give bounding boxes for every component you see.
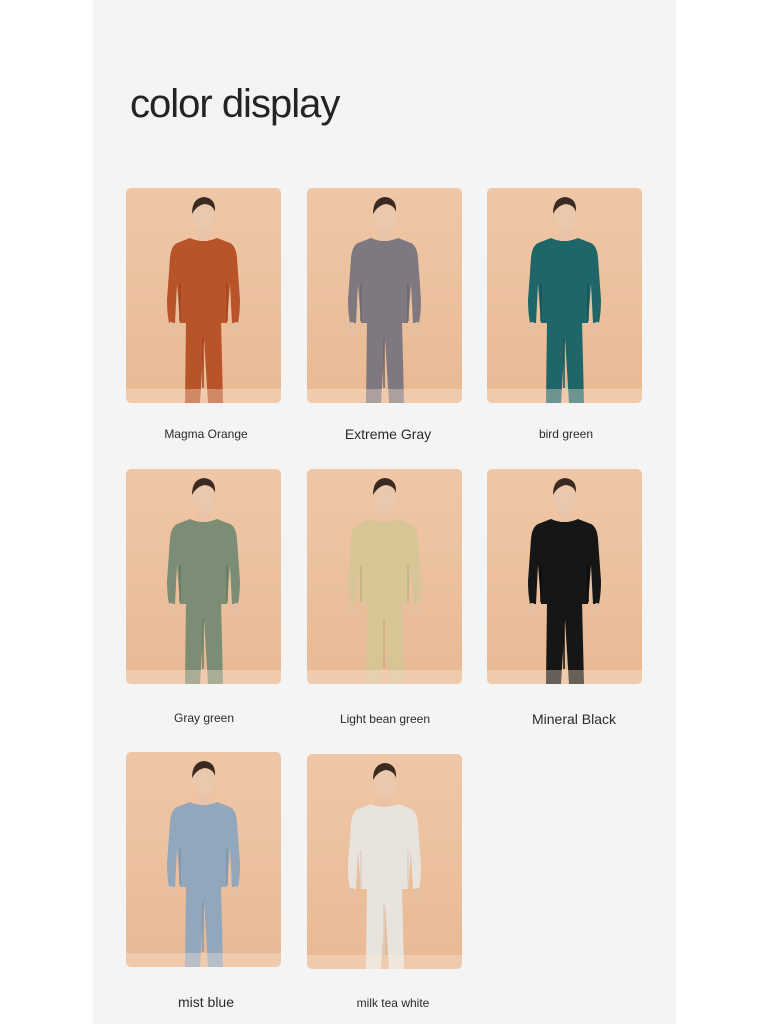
color-name-label: Magma Orange [164, 427, 248, 441]
studio-floor [487, 670, 642, 684]
product-color-image[interactable] [126, 752, 281, 967]
studio-floor [307, 389, 462, 403]
garment-top [348, 238, 421, 323]
color-name-label: bird green [538, 427, 594, 441]
studio-floor [126, 389, 281, 403]
color-name-label: Mineral Black [531, 711, 617, 727]
garment-top [167, 238, 240, 323]
color-name-label: milk tea white [356, 996, 430, 1010]
studio-floor [307, 670, 462, 684]
studio-floor [126, 953, 281, 967]
studio-floor [307, 955, 462, 969]
color-name-label: Extreme Gray [344, 426, 432, 442]
garment-top [348, 804, 421, 889]
product-color-image[interactable] [307, 469, 462, 684]
garment-top [167, 802, 240, 887]
garment-top [348, 519, 421, 604]
product-color-image[interactable] [126, 469, 281, 684]
garment-top [167, 519, 240, 604]
studio-floor [487, 389, 642, 403]
color-name-label: Gray green [173, 711, 235, 725]
color-name-label: mist blue [177, 994, 235, 1010]
studio-floor [126, 670, 281, 684]
product-color-image[interactable] [126, 188, 281, 403]
product-color-image[interactable] [487, 188, 642, 403]
page-title: color display [130, 82, 340, 126]
garment-top [528, 238, 601, 323]
product-color-image[interactable] [487, 469, 642, 684]
color-name-label: Light bean green [339, 712, 431, 726]
product-color-image[interactable] [307, 754, 462, 969]
product-color-image[interactable] [307, 188, 462, 403]
garment-top [528, 519, 601, 604]
